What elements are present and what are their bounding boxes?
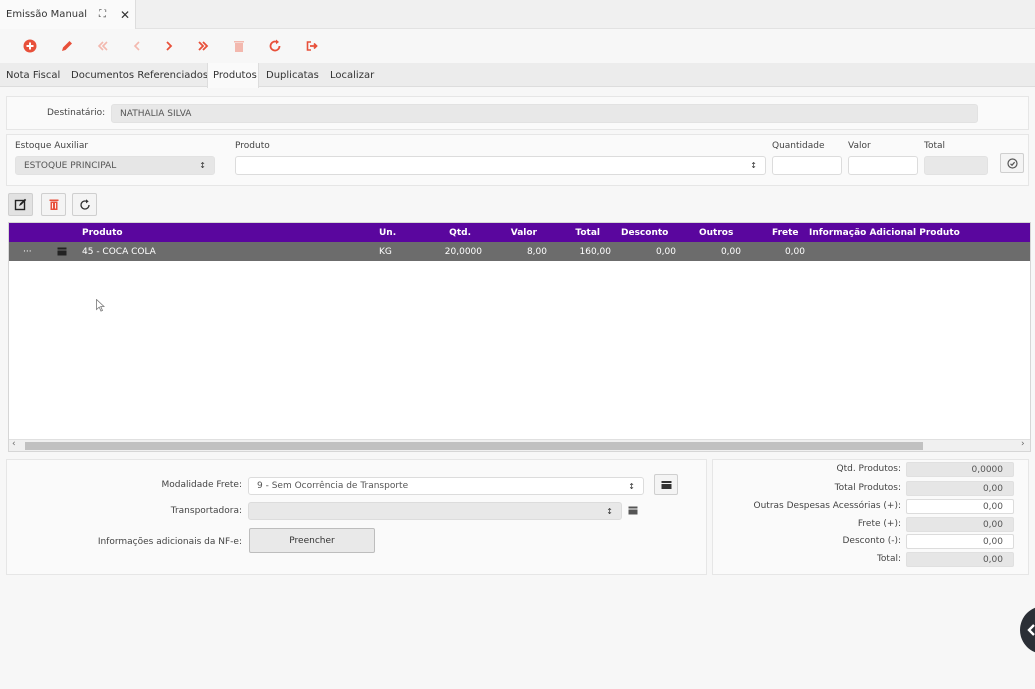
exit-icon[interactable] xyxy=(303,37,321,55)
col-outros[interactable]: Outros xyxy=(699,223,733,242)
tab-produtos[interactable]: Produtos xyxy=(207,63,259,88)
tab-localizar[interactable]: Localizar xyxy=(330,63,374,87)
section-tabs: Nota Fiscal Documentos Referenciados Pro… xyxy=(0,63,1035,88)
total-qty-field: 0,0000 xyxy=(906,462,1014,477)
price-label: Valor xyxy=(848,141,871,151)
cell-others: 0,00 xyxy=(720,246,741,257)
recipient-field[interactable]: NATHALIA SILVA xyxy=(111,104,978,123)
expand-icon[interactable]: ⛶ xyxy=(99,9,106,20)
add-product-button[interactable] xyxy=(1000,153,1024,173)
refresh-grid-button[interactable] xyxy=(72,193,97,216)
next-icon[interactable] xyxy=(160,37,178,55)
cell-freight: 0,00 xyxy=(784,246,805,257)
total-products-field: 0,00 xyxy=(906,481,1014,496)
freight-mode-label: Modalidade Frete: xyxy=(161,480,243,490)
col-produto[interactable]: Produto xyxy=(82,223,123,242)
trash-icon xyxy=(49,199,58,210)
close-icon[interactable]: ✕ xyxy=(120,8,130,22)
cell-price: 8,00 xyxy=(526,246,547,257)
col-info-adicional[interactable]: Informação Adicional Produto xyxy=(809,223,960,242)
tab-duplicatas[interactable]: Duplicatas xyxy=(266,63,319,87)
horizontal-scrollbar[interactable]: ‹ › xyxy=(9,439,1030,451)
transport-panel: Modalidade Frete: 9 - Sem Ocorrência de … xyxy=(6,459,707,575)
additional-info-label: Informações adicionais da NF-e: xyxy=(97,537,242,547)
cell-product: 45 - COCA COLA xyxy=(82,246,156,257)
grand-total-field: 0,00 xyxy=(906,552,1014,567)
cell-unit: KG xyxy=(379,246,392,257)
col-frete[interactable]: Frete xyxy=(772,223,799,242)
product-entry-panel: Estoque Auxiliar ESTOQUE PRINCIPAL Produ… xyxy=(6,134,1029,186)
side-panel-toggle-button[interactable] xyxy=(1020,606,1035,654)
fill-info-button[interactable]: Preencher xyxy=(249,528,375,553)
stock-select[interactable]: ESTOQUE PRINCIPAL xyxy=(15,156,215,175)
price-input[interactable] xyxy=(848,156,918,175)
col-un[interactable]: Un. xyxy=(379,223,396,242)
total-products-label: Total Produtos: xyxy=(834,483,901,493)
products-grid: Produto Un. Qtd. Valor Total Desconto Ou… xyxy=(8,222,1031,452)
product-label: Produto xyxy=(235,141,270,151)
first-icon[interactable] xyxy=(94,37,112,55)
grid-header: Produto Un. Qtd. Valor Total Desconto Ou… xyxy=(9,223,1030,242)
stock-label: Estoque Auxiliar xyxy=(15,141,89,151)
doc-tab-label: Emissão Manual xyxy=(6,9,88,20)
tab-documentos-referenciados[interactable]: Documentos Referenciados xyxy=(71,63,208,87)
recipient-panel: Destinatário: NATHALIA SILVA xyxy=(6,96,1029,130)
totals-panel: Qtd. Produtos: 0,0000 Total Produtos: 0,… xyxy=(712,459,1029,575)
carrier-select[interactable] xyxy=(248,502,622,520)
discount-input[interactable]: 0,00 xyxy=(906,534,1014,549)
action-toolbar xyxy=(0,29,1035,63)
freight-lookup-button[interactable] xyxy=(654,474,678,495)
row-menu-icon[interactable]: ··· xyxy=(23,242,32,261)
stock-value: ESTOQUE PRINCIPAL xyxy=(24,160,117,171)
edit-icon xyxy=(14,198,27,211)
table-row[interactable]: ··· 45 - COCA COLA KG 20,0000 8,00 160,0… xyxy=(9,242,1030,261)
total-field xyxy=(924,156,988,175)
product-select[interactable] xyxy=(235,156,766,175)
cell-total: 160,00 xyxy=(579,246,612,257)
freight-field: 0,00 xyxy=(906,517,1014,532)
discount-label: Desconto (-): xyxy=(842,536,901,546)
chevron-left-icon xyxy=(1027,624,1035,636)
quantity-label: Quantidade xyxy=(772,141,825,151)
refresh-icon[interactable] xyxy=(266,37,284,55)
truck-icon xyxy=(661,480,671,489)
cell-qty: 20,0000 xyxy=(444,246,482,257)
tab-nota-fiscal[interactable]: Nota Fiscal xyxy=(6,63,60,87)
freight-label: Frete (+): xyxy=(857,519,901,529)
row-item-icon xyxy=(57,242,67,261)
carrier-card-icon[interactable] xyxy=(628,506,638,515)
refresh-icon xyxy=(79,198,90,210)
scroll-left-icon[interactable]: ‹ xyxy=(12,439,16,449)
trash-icon[interactable] xyxy=(230,37,248,55)
cell-discount: 0,00 xyxy=(655,246,676,257)
grand-total-label: Total: xyxy=(876,554,901,564)
col-qtd[interactable]: Qtd. xyxy=(429,223,471,242)
delete-row-button[interactable] xyxy=(41,193,66,216)
last-icon[interactable] xyxy=(194,37,212,55)
carrier-label: Transportadora: xyxy=(170,506,242,516)
total-qty-label: Qtd. Produtos: xyxy=(836,464,902,474)
freight-mode-value: 9 - Sem Ocorrência de Transporte xyxy=(257,481,409,491)
check-circle-icon xyxy=(1006,157,1018,169)
col-desconto[interactable]: Desconto xyxy=(621,223,668,242)
plus-circle-icon[interactable] xyxy=(21,37,39,55)
total-label: Total xyxy=(924,141,946,151)
scrollbar-thumb[interactable] xyxy=(25,442,923,450)
previous-icon[interactable] xyxy=(128,37,146,55)
freight-mode-select[interactable]: 9 - Sem Ocorrência de Transporte xyxy=(248,477,644,495)
document-tab-strip: Emissão Manual ⛶ ✕ xyxy=(0,0,1035,29)
edit-row-button[interactable] xyxy=(8,193,33,216)
col-total[interactable]: Total xyxy=(549,223,600,242)
doc-tab-emissao-manual[interactable]: Emissão Manual ⛶ ✕ xyxy=(0,0,136,29)
quantity-input[interactable] xyxy=(772,156,842,175)
other-expenses-input[interactable]: 0,00 xyxy=(906,499,1014,514)
col-valor[interactable]: Valor xyxy=(489,223,537,242)
pencil-icon[interactable] xyxy=(58,37,76,55)
scroll-right-icon[interactable]: › xyxy=(1021,439,1025,449)
other-expenses-label: Outras Despesas Acessórias (+): xyxy=(753,501,901,511)
recipient-label: Destinatário: xyxy=(47,108,106,118)
mouse-cursor-icon xyxy=(96,299,105,312)
